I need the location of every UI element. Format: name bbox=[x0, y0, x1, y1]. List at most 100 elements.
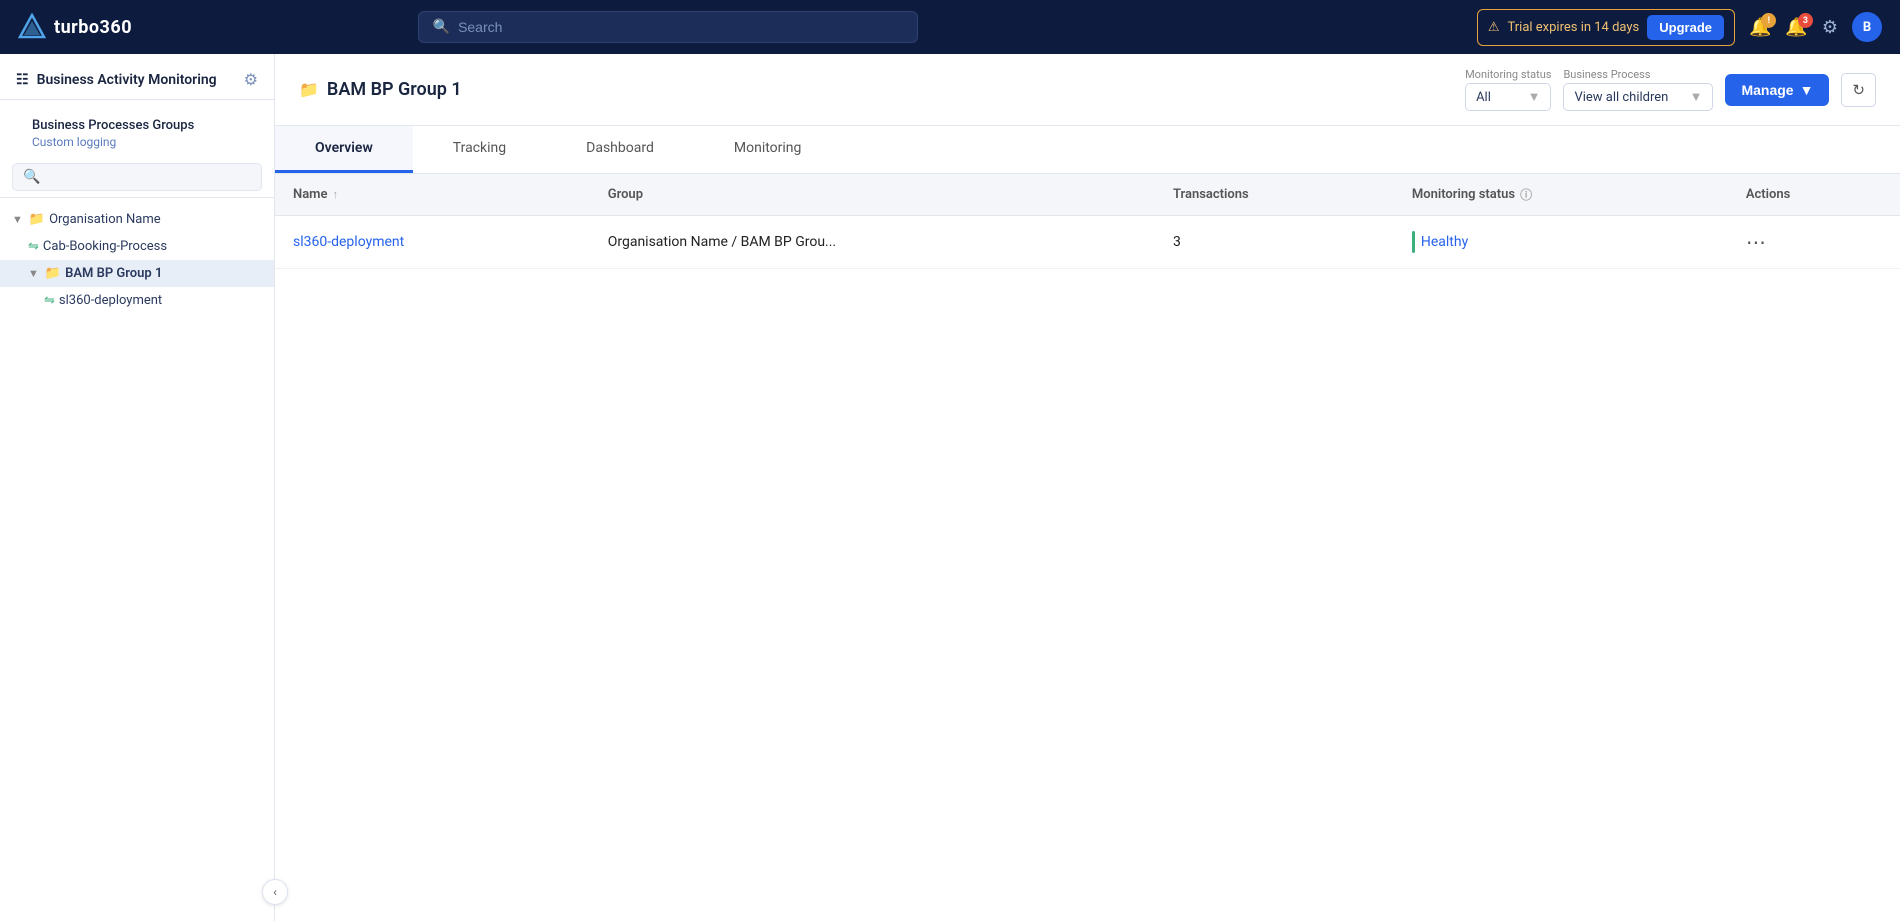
monitoring-filter-label: Monitoring status bbox=[1465, 68, 1551, 81]
chevron-down-icon: ▼ bbox=[1800, 82, 1814, 98]
tab-overview[interactable]: Overview bbox=[275, 126, 413, 173]
row-actions-button[interactable]: ⋯ bbox=[1746, 230, 1766, 254]
data-table: Name ↑ Group Transactions Monitoring sta… bbox=[275, 174, 1900, 269]
table-area: Name ↑ Group Transactions Monitoring sta… bbox=[275, 174, 1900, 921]
tab-tracking-label: Tracking bbox=[453, 140, 506, 156]
business-processes-groups-label: Business Processes Groups bbox=[32, 118, 194, 133]
bp-filter-value: View all children bbox=[1574, 90, 1668, 105]
table-row: sl360-deployment Organisation Name / BAM… bbox=[275, 216, 1900, 269]
sidebar-tree: ▼ 📁 Organisation Name ⇋ Cab-Booking-Proc… bbox=[0, 198, 274, 921]
topnav-right: ⚠ Trial expires in 14 days Upgrade 🔔 ! 🔔… bbox=[1477, 9, 1882, 46]
bp-filter: Business Process View all children ▼ bbox=[1563, 68, 1713, 111]
header-controls: Monitoring status All ▼ Business Process… bbox=[1465, 68, 1876, 111]
tabs-bar: Overview Tracking Dashboard Monitoring bbox=[275, 126, 1900, 174]
settings-button[interactable]: ⚙ bbox=[1822, 17, 1838, 38]
monitoring-filter-select[interactable]: All ▼ bbox=[1465, 83, 1551, 111]
column-monitoring-status: Monitoring status ⓘ bbox=[1394, 174, 1728, 216]
custom-logging-link[interactable]: Custom logging bbox=[16, 133, 258, 157]
page-title: 📁 BAM BP Group 1 bbox=[299, 79, 462, 100]
search-input[interactable] bbox=[458, 19, 903, 35]
broadcast-button[interactable]: 🔔 ! bbox=[1749, 17, 1771, 38]
sidebar-item-label: Cab-Booking-Process bbox=[43, 239, 167, 254]
info-icon[interactable]: ⓘ bbox=[1520, 186, 1532, 203]
refresh-button[interactable]: ↻ bbox=[1841, 73, 1876, 107]
process-icon: ⇋ bbox=[44, 293, 55, 308]
monitoring-filter-value: All bbox=[1476, 90, 1491, 105]
sidebar-item-label: Organisation Name bbox=[49, 212, 161, 227]
column-transactions: Transactions bbox=[1155, 174, 1394, 216]
cell-actions: ⋯ bbox=[1728, 216, 1900, 269]
monitoring-filter: Monitoring status All ▼ bbox=[1465, 68, 1551, 111]
column-name: Name ↑ bbox=[275, 174, 590, 216]
sidebar-item-label: sl360-deployment bbox=[59, 293, 162, 308]
sidebar-section-labels: Business Processes Groups bbox=[16, 108, 258, 133]
notifications-count: 3 bbox=[1798, 13, 1813, 28]
process-icon: ⇋ bbox=[28, 239, 39, 254]
bp-filter-select[interactable]: View all children ▼ bbox=[1563, 83, 1713, 111]
app-name: turbo360 bbox=[54, 17, 132, 38]
chevron-left-icon: ‹ bbox=[273, 885, 277, 899]
page-title-text: BAM BP Group 1 bbox=[327, 79, 462, 100]
trial-text: Trial expires in 14 days bbox=[1507, 20, 1639, 35]
trial-badge: ⚠ Trial expires in 14 days Upgrade bbox=[1477, 9, 1735, 46]
sidebar-item-sl360[interactable]: ⇋ sl360-deployment bbox=[0, 287, 274, 314]
search-icon: 🔍 bbox=[433, 19, 450, 35]
group-value: Organisation Name / BAM BP Grou... bbox=[608, 234, 836, 250]
warning-icon: ⚠ bbox=[1488, 20, 1500, 35]
gear-icon: ⚙ bbox=[1822, 17, 1838, 38]
bam-icon: ☷ bbox=[16, 72, 29, 88]
sidebar-settings-icon[interactable]: ⚙ bbox=[244, 70, 258, 89]
transactions-value: 3 bbox=[1173, 234, 1181, 250]
tab-monitoring[interactable]: Monitoring bbox=[694, 126, 842, 173]
main-content: 📁 BAM BP Group 1 Monitoring status All ▼… bbox=[275, 54, 1900, 921]
cell-transactions: 3 bbox=[1155, 216, 1394, 269]
sort-icon[interactable]: ↑ bbox=[332, 188, 338, 201]
health-bar bbox=[1412, 231, 1415, 253]
sidebar-item-bam-group[interactable]: ▼ 📁 BAM BP Group 1 bbox=[0, 260, 274, 287]
column-actions: Actions bbox=[1728, 174, 1900, 216]
manage-button[interactable]: Manage ▼ bbox=[1725, 74, 1829, 106]
sidebar-item-cab[interactable]: ⇋ Cab-Booking-Process bbox=[0, 233, 274, 260]
caret-icon: ▼ bbox=[28, 267, 39, 280]
avatar[interactable]: B bbox=[1852, 12, 1882, 42]
bp-filter-label: Business Process bbox=[1563, 68, 1713, 81]
upgrade-button[interactable]: Upgrade bbox=[1647, 15, 1724, 40]
cell-group: Organisation Name / BAM BP Grou... bbox=[590, 216, 1155, 269]
sidebar-item-org[interactable]: ▼ 📁 Organisation Name bbox=[0, 206, 274, 233]
refresh-icon: ↻ bbox=[1852, 81, 1865, 99]
search-box[interactable]: 🔍 bbox=[418, 11, 918, 43]
table-header-row: Name ↑ Group Transactions Monitoring sta… bbox=[275, 174, 1900, 216]
tab-dashboard-label: Dashboard bbox=[586, 140, 654, 156]
logo-icon bbox=[18, 13, 46, 41]
health-status-link[interactable]: Healthy bbox=[1421, 234, 1468, 250]
app-logo[interactable]: turbo360 bbox=[18, 13, 132, 41]
sidebar-collapse-button[interactable]: ‹ bbox=[262, 879, 288, 905]
column-group: Group bbox=[590, 174, 1155, 216]
main-header: 📁 BAM BP Group 1 Monitoring status All ▼… bbox=[275, 54, 1900, 126]
process-name-link[interactable]: sl360-deployment bbox=[293, 234, 404, 250]
caret-icon: ▼ bbox=[12, 213, 23, 226]
sidebar-search-input[interactable] bbox=[46, 170, 251, 185]
cell-name: sl360-deployment bbox=[275, 216, 590, 269]
tab-dashboard[interactable]: Dashboard bbox=[546, 126, 694, 173]
notifications-button[interactable]: 🔔 3 bbox=[1785, 17, 1807, 38]
sidebar: ☷ Business Activity Monitoring ⚙ Busines… bbox=[0, 54, 275, 921]
notification-badge: ! bbox=[1761, 13, 1776, 28]
sidebar-search: 🔍 bbox=[0, 157, 274, 198]
chevron-down-icon: ▼ bbox=[1528, 89, 1541, 105]
tab-monitoring-label: Monitoring bbox=[734, 140, 802, 156]
sidebar-sections: Business Processes Groups Custom logging bbox=[0, 100, 274, 157]
sidebar-header: ☷ Business Activity Monitoring ⚙ bbox=[0, 54, 274, 100]
folder-icon: 📁 bbox=[29, 212, 45, 227]
top-navigation: turbo360 🔍 ⚠ Trial expires in 14 days Up… bbox=[0, 0, 1900, 54]
sidebar-search-icon: 🔍 bbox=[23, 169, 40, 185]
app-layout: ☷ Business Activity Monitoring ⚙ Busines… bbox=[0, 54, 1900, 921]
search-container: 🔍 bbox=[418, 11, 918, 43]
sidebar-search-box[interactable]: 🔍 bbox=[12, 163, 262, 191]
manage-label: Manage bbox=[1741, 82, 1793, 98]
page-title-folder-icon: 📁 bbox=[299, 80, 319, 99]
tab-overview-label: Overview bbox=[315, 140, 373, 156]
tab-tracking[interactable]: Tracking bbox=[413, 126, 546, 173]
folder-icon: 📁 bbox=[45, 266, 61, 281]
health-indicator: Healthy bbox=[1412, 231, 1710, 253]
